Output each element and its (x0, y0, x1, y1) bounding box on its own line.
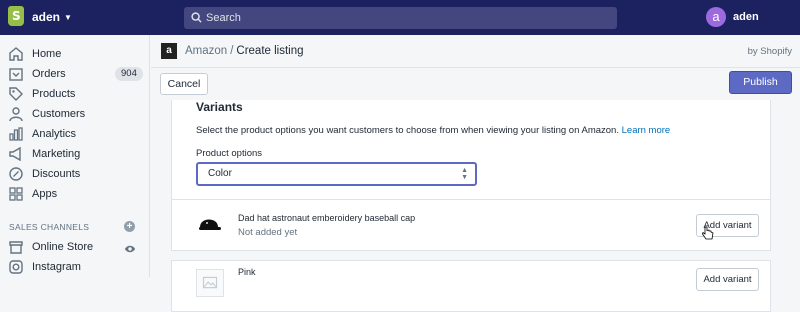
person-icon (9, 107, 23, 122)
cancel-button[interactable]: Cancel (160, 73, 208, 95)
sidebar: Home Orders 904 Products Customers Analy… (0, 35, 150, 277)
variant-row: Dad hat astronaut emberoidery baseball c… (171, 199, 771, 251)
page-title: Create listing (236, 45, 304, 57)
sidebar-item-label: Discounts (32, 168, 81, 180)
sidebar-item-orders[interactable]: Orders 904 (0, 64, 150, 84)
sidebar-item-label: Products (32, 88, 76, 100)
image-placeholder-icon (196, 269, 224, 297)
sales-channels-title: SALES CHANNELS (9, 222, 90, 232)
orders-icon (9, 68, 23, 81)
sidebar-item-customers[interactable]: Customers (0, 104, 150, 124)
sidebar-item-discounts[interactable]: Discounts (0, 164, 150, 184)
caret-down-icon: ▼ (64, 13, 72, 22)
search-input[interactable]: Search (184, 7, 617, 29)
breadcrumb-separator: / (230, 45, 234, 57)
megaphone-icon (9, 146, 21, 162)
home-icon (9, 47, 23, 61)
selected-option: Color (208, 168, 232, 179)
variants-card: Variants Select the product options you … (171, 100, 771, 200)
sidebar-item-label: Instagram (32, 261, 81, 273)
hand-pointer-icon (702, 226, 714, 240)
breadcrumb-app[interactable]: Amazon (185, 45, 227, 57)
sidebar-item-marketing[interactable]: Marketing (0, 144, 150, 164)
search-icon (191, 12, 202, 23)
sidebar-item-label: Marketing (32, 148, 81, 160)
sidebar-item-analytics[interactable]: Analytics (0, 124, 150, 144)
amazon-logo-icon: a (161, 43, 177, 59)
select-arrows-icon: ▲ ▼ (461, 167, 468, 181)
variant-status: Not added yet (238, 227, 298, 238)
variant-name: Dad hat astronaut emberoidery baseball c… (238, 213, 416, 223)
tag-icon (9, 87, 23, 101)
store-switcher[interactable]: aden ▼ (32, 10, 72, 24)
sidebar-item-label: Online Store (32, 241, 94, 253)
sidebar-item-label: Analytics (32, 128, 77, 140)
sidebar-item-label: Home (32, 48, 62, 60)
variant-name: Pink (238, 267, 256, 277)
apps-icon (9, 187, 23, 201)
add-variant-button[interactable]: Add variant (696, 268, 759, 291)
learn-more-link[interactable]: Learn more (622, 125, 671, 136)
sidebar-item-label: Apps (32, 188, 58, 200)
sidebar-item-label: Orders (32, 68, 66, 80)
orders-count-badge: 904 (115, 67, 143, 81)
variants-description: Select the product options you want cust… (196, 125, 671, 136)
store-icon (9, 241, 23, 254)
baseball-cap-image (199, 219, 221, 230)
sidebar-item-apps[interactable]: Apps (0, 184, 150, 204)
user-name[interactable]: aden (733, 11, 759, 23)
sidebar-item-instagram[interactable]: Instagram (0, 257, 150, 277)
eye-icon[interactable] (124, 244, 136, 254)
by-shopify-label: by Shopify (747, 46, 792, 57)
bar-chart-icon (9, 127, 23, 141)
avatar[interactable]: a (706, 7, 726, 27)
discount-icon (9, 167, 23, 181)
variants-title: Variants (196, 100, 243, 114)
product-options-select[interactable]: Color ▲ ▼ (196, 162, 477, 186)
add-channel-icon[interactable]: + (124, 221, 135, 232)
instagram-icon (9, 260, 23, 274)
shopify-logo-icon[interactable] (8, 6, 24, 26)
product-options-label: Product options (196, 148, 263, 159)
publish-button[interactable]: Publish (729, 71, 792, 94)
action-bar: Cancel Publish (151, 68, 800, 100)
store-name: aden (32, 10, 61, 24)
top-bar: aden▼ Search a aden (0, 0, 800, 35)
main-content: a Amazon / Create listing by Shopify Cance… (151, 35, 800, 312)
search-placeholder: Search (206, 12, 241, 24)
sidebar-item-products[interactable]: Products (0, 84, 150, 104)
sidebar-item-home[interactable]: Home (0, 44, 150, 64)
sidebar-item-label: Customers (32, 108, 86, 120)
app-header: a Amazon / Create listing by Shopify (151, 35, 800, 68)
breadcrumb: Amazon / Create listing (185, 45, 304, 57)
variant-row: Pink Add variant (171, 260, 771, 312)
